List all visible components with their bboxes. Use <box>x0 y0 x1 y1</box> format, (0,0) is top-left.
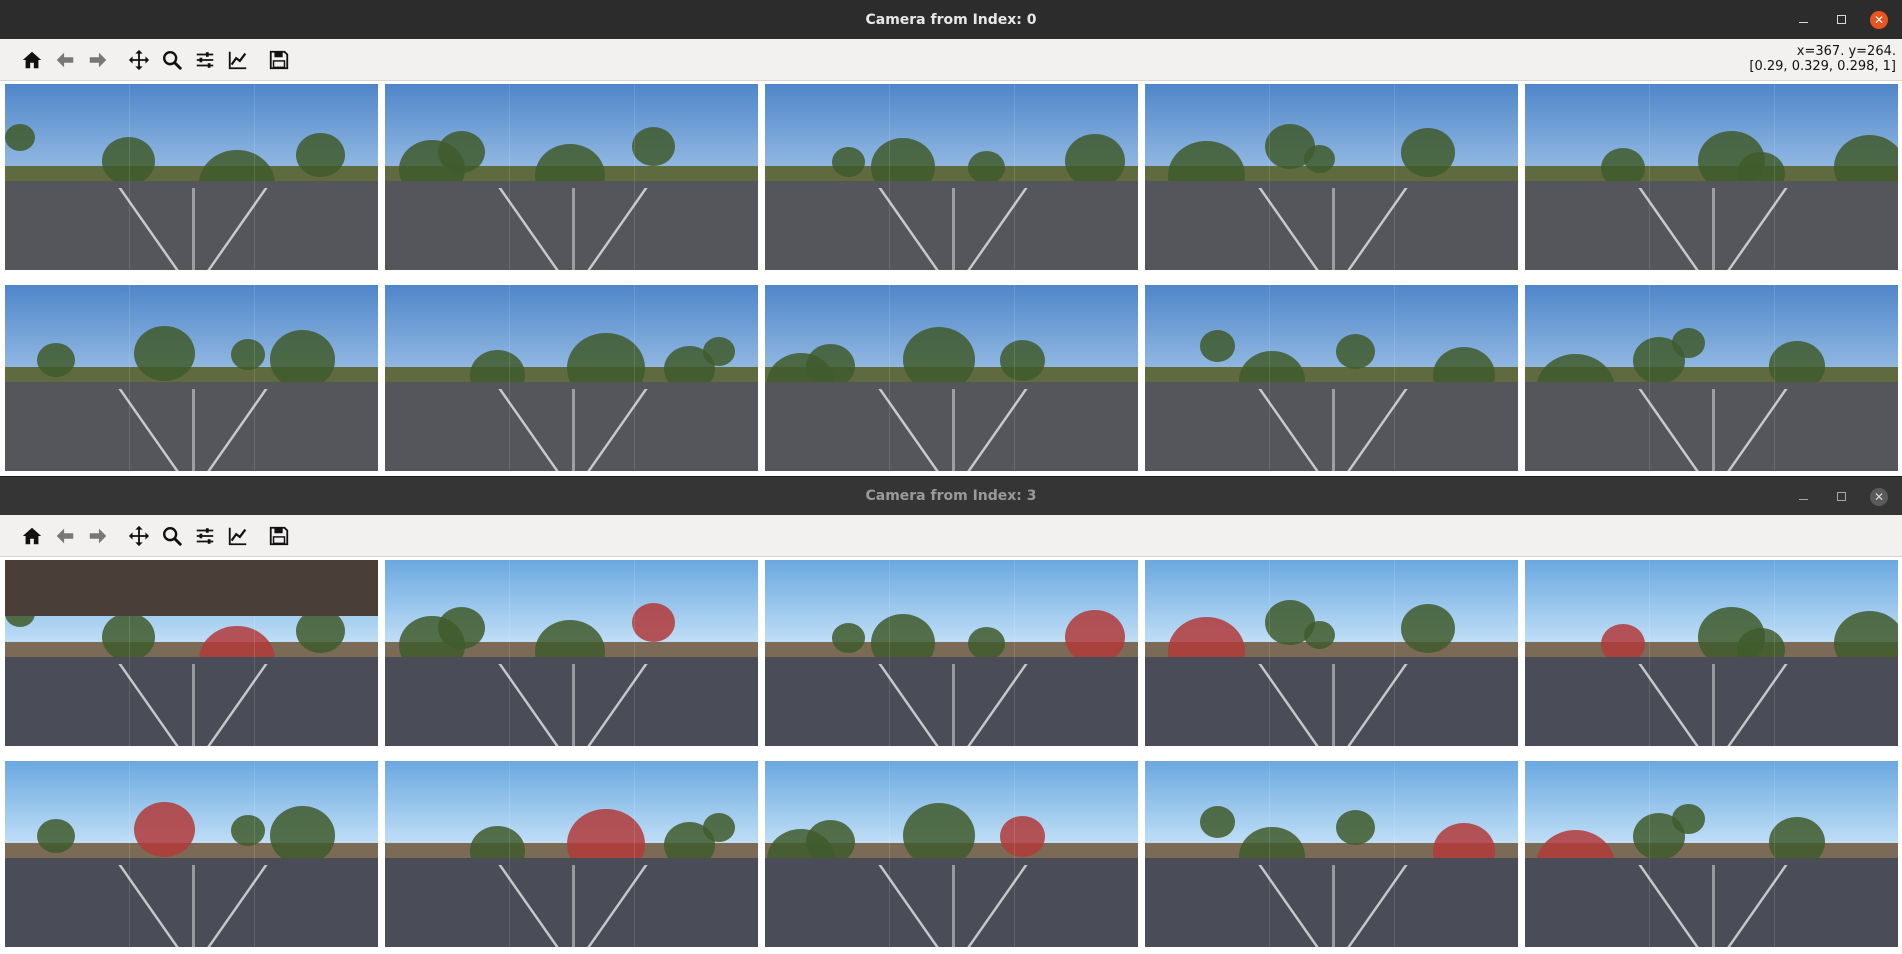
matplotlib-toolbar: x=367. y=264. [0.29, 0.329, 0.298, 1] <box>0 39 1902 81</box>
coords-rgba: [0.29, 0.329, 0.298, 1] <box>1749 59 1896 74</box>
maximize-button[interactable] <box>1832 488 1850 506</box>
matplotlib-toolbar <box>0 515 1902 557</box>
camera-image-tile <box>1525 560 1898 746</box>
camera-image-tile <box>765 285 1138 471</box>
camera-image-tile <box>765 761 1138 947</box>
close-button[interactable]: ✕ <box>1870 487 1888 506</box>
titlebar[interactable]: Camera from Index: 0 ✕ <box>0 0 1902 39</box>
minimize-button[interactable] <box>1794 488 1812 506</box>
close-button[interactable]: ✕ <box>1870 10 1888 29</box>
minimize-button[interactable] <box>1794 11 1812 29</box>
coords-xy: x=367. y=264. <box>1796 44 1896 59</box>
pan-icon[interactable] <box>125 522 153 550</box>
camera-image-tile <box>1145 761 1518 947</box>
camera-image-tile <box>5 285 378 471</box>
cursor-coordinates: x=367. y=264. [0.29, 0.329, 0.298, 1] <box>1749 44 1896 74</box>
camera-image-tile <box>5 84 378 270</box>
window-title: Camera from Index: 0 <box>865 11 1037 28</box>
camera-image-tile <box>385 761 758 947</box>
zoom-icon[interactable] <box>158 522 186 550</box>
forward-icon[interactable] <box>84 522 112 550</box>
window-title: Camera from Index: 3 <box>865 488 1037 504</box>
home-icon[interactable] <box>18 522 46 550</box>
camera-image-tile <box>5 560 378 746</box>
back-icon[interactable] <box>51 46 79 74</box>
camera-image-tile <box>1145 285 1518 471</box>
maximize-button[interactable] <box>1832 11 1850 29</box>
camera-image-tile <box>765 84 1138 270</box>
camera-image-tile <box>1145 560 1518 746</box>
axes-icon[interactable] <box>224 46 252 74</box>
titlebar[interactable]: Camera from Index: 3 ✕ <box>0 476 1902 515</box>
camera-image-tile <box>1525 761 1898 947</box>
camera-image-tile <box>1145 84 1518 270</box>
camera-image-tile <box>1525 285 1898 471</box>
home-icon[interactable] <box>18 46 46 74</box>
configure-icon[interactable] <box>191 522 219 550</box>
camera-image-tile <box>385 560 758 746</box>
camera-image-tile <box>765 560 1138 746</box>
back-icon[interactable] <box>51 522 79 550</box>
camera-image-tile <box>385 84 758 270</box>
configure-icon[interactable] <box>191 46 219 74</box>
zoom-icon[interactable] <box>158 46 186 74</box>
axes-icon[interactable] <box>224 522 252 550</box>
forward-icon[interactable] <box>84 46 112 74</box>
camera-image-tile <box>5 761 378 947</box>
save-icon[interactable] <box>265 522 293 550</box>
window-camera-index-3: Camera from Index: 3 ✕ <box>0 476 1902 954</box>
window-camera-index-0: Camera from Index: 0 ✕ x=367. y=264. [0.… <box>0 0 1902 476</box>
camera-image-tile <box>385 285 758 471</box>
camera-image-tile <box>1525 84 1898 270</box>
pan-icon[interactable] <box>125 46 153 74</box>
save-icon[interactable] <box>265 46 293 74</box>
